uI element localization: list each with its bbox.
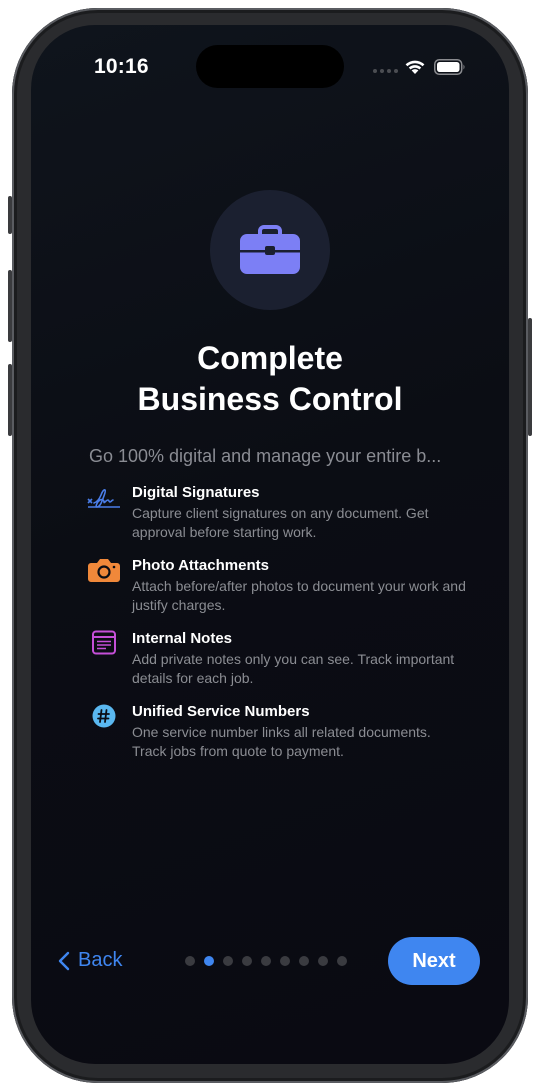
next-button[interactable]: Next — [388, 937, 480, 985]
feature-title: Internal Notes — [132, 630, 233, 647]
wifi-icon — [405, 60, 425, 74]
page-dot[interactable] — [185, 956, 195, 966]
volume-down-button — [8, 364, 12, 436]
feature-description: Attach before/after photos to document y… — [132, 578, 466, 613]
cellular-signal-icon — [373, 69, 398, 73]
page-title: Complete Business Control — [60, 338, 480, 420]
feature-description: Add private notes only you can see. Trac… — [132, 651, 455, 686]
briefcase-icon — [240, 225, 300, 274]
volume-up-button — [8, 270, 12, 342]
title-line-1: Complete — [197, 340, 343, 376]
notes-icon — [92, 630, 116, 655]
page-dot[interactable] — [204, 956, 214, 966]
hero-icon-circle — [210, 190, 330, 310]
signature-icon — [87, 489, 120, 508]
page-indicator[interactable] — [185, 956, 347, 966]
power-button — [528, 318, 532, 436]
page-dot[interactable] — [261, 956, 271, 966]
back-label: Back — [78, 949, 123, 971]
back-button[interactable]: Back — [58, 949, 122, 972]
status-time: 10:16 — [94, 55, 149, 78]
camera-icon — [88, 559, 120, 582]
page-dot[interactable] — [337, 956, 347, 966]
feature-title: Unified Service Numbers — [132, 703, 310, 720]
page-dot[interactable] — [318, 956, 328, 966]
feature-description: Capture client signatures on any documen… — [132, 505, 429, 540]
page-dot[interactable] — [242, 956, 252, 966]
page-dot[interactable] — [280, 956, 290, 966]
feature-title: Photo Attachments — [132, 557, 269, 574]
dynamic-island — [196, 45, 344, 88]
title-line-2: Business Control — [137, 381, 403, 417]
page-dot[interactable] — [299, 956, 309, 966]
feature-description: One service number links all related doc… — [132, 724, 431, 759]
app-screen — [31, 25, 509, 1064]
battery-icon — [434, 59, 465, 75]
chevron-left-icon — [58, 951, 70, 970]
page-dot[interactable] — [223, 956, 233, 966]
number-icon — [92, 704, 116, 728]
page-subtitle: Go 100% digital and manage your entire b… — [89, 446, 442, 466]
feature-title: Digital Signatures — [132, 484, 260, 501]
action-button — [8, 196, 12, 234]
